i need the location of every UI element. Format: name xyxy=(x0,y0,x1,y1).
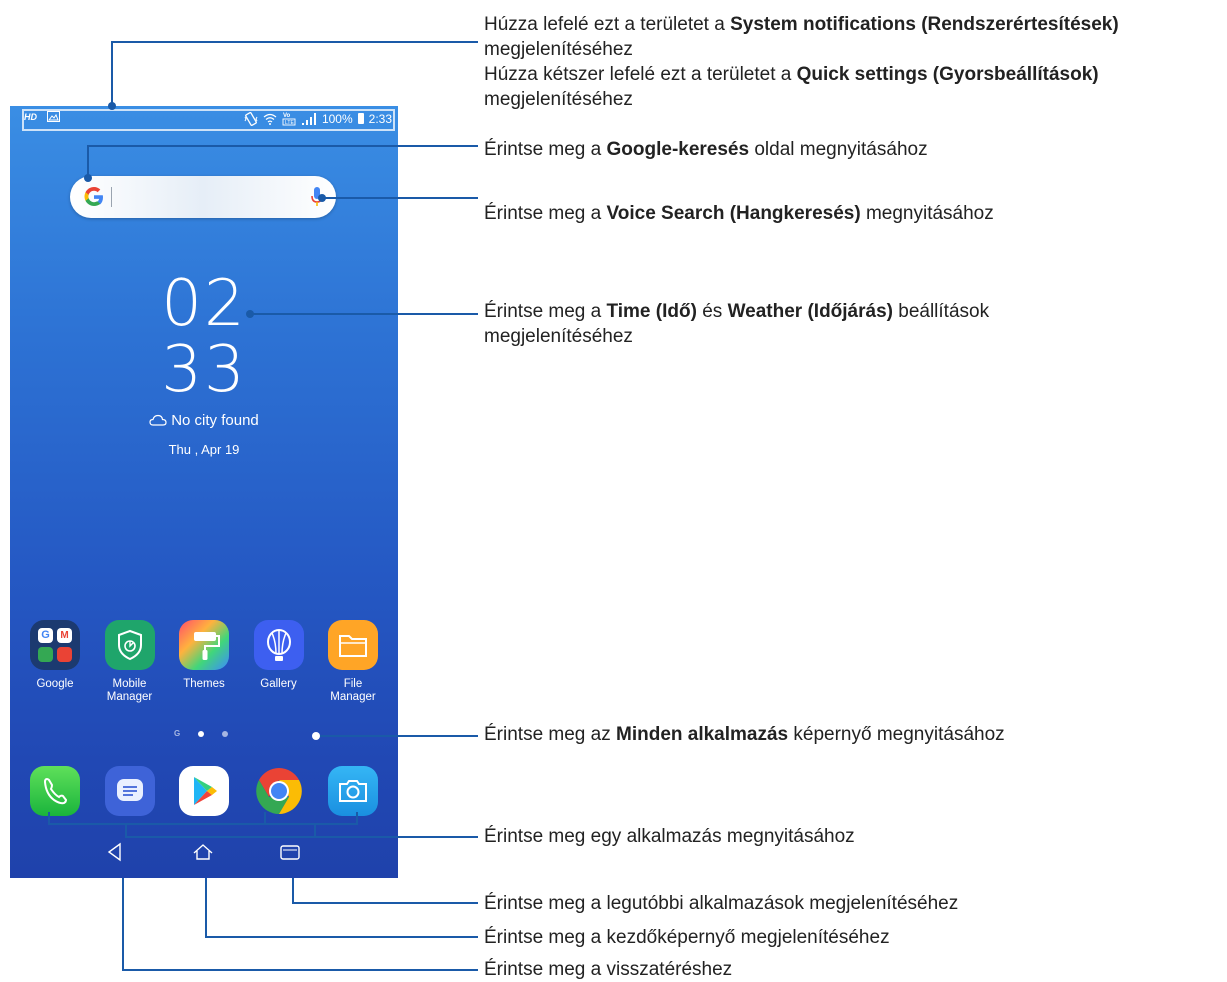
callout-bold: Minden alkalmazás xyxy=(616,724,789,745)
clock-widget[interactable]: 02 33 xyxy=(10,271,398,403)
play-store-icon[interactable] xyxy=(179,766,229,816)
themes-icon[interactable] xyxy=(179,620,229,670)
callout-text: beállítások xyxy=(892,301,990,322)
callout-all-apps: Érintse meg az Minden alkalmazás képerny… xyxy=(484,722,1005,747)
status-bar-highlight xyxy=(22,109,395,131)
callout-bold: Quick settings (Gyorsbeállítások) xyxy=(796,64,1099,85)
google-folder-icon[interactable]: G M xyxy=(30,620,80,670)
status-bar[interactable]: HD Vo LTE 100% 2:33 xyxy=(10,106,398,132)
cloud-icon xyxy=(149,414,167,426)
weather-city-text: No city found xyxy=(171,412,259,429)
dock-phone[interactable] xyxy=(20,766,90,816)
app-label: Google xyxy=(36,678,74,690)
app-file-manager[interactable]: File Manager xyxy=(318,620,388,704)
navigation-bar xyxy=(10,828,398,878)
clock-hours: 02 xyxy=(161,267,247,341)
back-icon[interactable] xyxy=(103,840,127,864)
phone-screen: HD Vo LTE 100% 2:33 02 33 No city found … xyxy=(10,106,398,878)
callout-text: Érintse meg a xyxy=(484,203,607,224)
callout-text: Érintse meg az xyxy=(484,724,616,745)
callout-text: Húzza lefelé ezt a területet a xyxy=(484,14,731,35)
callout-open-app: Érintse meg egy alkalmazás megnyitásához xyxy=(484,826,855,847)
callout-bold: Voice Search (Hangkeresés) xyxy=(606,203,861,224)
app-label: File Manager xyxy=(330,678,376,703)
callout-text: Érintse meg a xyxy=(484,139,607,160)
callout-line-notifications xyxy=(111,41,478,106)
callout-recents: Érintse meg a legutóbbi alkalmazások meg… xyxy=(484,893,959,914)
dock-camera[interactable] xyxy=(318,766,388,816)
callout-text: megjelenítéséhez xyxy=(484,326,633,347)
chrome-icon[interactable] xyxy=(254,766,304,816)
callout-time-weather: Érintse meg a Time (Idő) és Weather (Idő… xyxy=(484,299,989,349)
callout-google-search: Érintse meg a Google-keresés oldal megny… xyxy=(484,137,928,162)
app-gallery[interactable]: Gallery xyxy=(244,620,314,704)
callout-bold: Time (Idő) xyxy=(606,301,697,322)
home-icon[interactable] xyxy=(191,840,215,864)
callout-line-back xyxy=(122,878,478,971)
callout-line-home xyxy=(205,878,478,938)
dock-chrome[interactable] xyxy=(244,766,314,816)
camera-icon[interactable] xyxy=(328,766,378,816)
callout-bold: Weather (Időjárás) xyxy=(727,301,893,322)
callout-notifications: Húzza lefelé ezt a területet a System no… xyxy=(484,12,1119,112)
phone-icon[interactable] xyxy=(30,766,80,816)
mobile-manager-icon[interactable] xyxy=(104,620,155,670)
app-label: Gallery xyxy=(260,678,297,690)
callout-home: Érintse meg a kezdőképernyő megjelenítés… xyxy=(484,927,890,948)
callout-text: megnyitásához xyxy=(860,203,994,224)
page-dot-active xyxy=(198,730,205,737)
callout-text: és xyxy=(696,301,728,322)
weather-widget[interactable]: No city found xyxy=(10,412,398,429)
dock xyxy=(20,766,388,816)
callout-line-recents xyxy=(292,878,478,904)
callout-bold: System notifications (Rendszerértesítése… xyxy=(730,14,1119,35)
dock-messages[interactable] xyxy=(95,766,165,816)
callout-text: képernyő megnyitásához xyxy=(788,724,1005,745)
callout-text: megjelenítéséhez xyxy=(484,39,633,60)
app-mobile-manager[interactable]: Mobile Manager xyxy=(95,620,165,704)
callout-text: oldal megnyitásához xyxy=(749,139,928,160)
google-page-indicator: G xyxy=(174,729,181,738)
clock-minutes: 33 xyxy=(161,333,247,407)
callout-back: Érintse meg a visszatéréshez xyxy=(484,959,733,980)
dock-play-store[interactable] xyxy=(169,766,239,816)
callout-text: Érintse meg a xyxy=(484,301,607,322)
app-label: Themes xyxy=(183,678,225,690)
recents-icon[interactable] xyxy=(278,840,302,864)
voice-search-mic-icon[interactable] xyxy=(310,186,324,208)
google-search-bar[interactable] xyxy=(70,176,336,218)
messages-icon[interactable] xyxy=(104,766,155,816)
gallery-icon[interactable] xyxy=(253,620,304,670)
page-dot xyxy=(222,730,229,737)
search-caret xyxy=(111,187,112,207)
callout-bold: Google-keresés xyxy=(606,139,750,160)
callout-text: megjelenítéséhez xyxy=(484,89,633,110)
google-g-icon[interactable] xyxy=(82,185,106,209)
home-app-row: G M Google Mobile Manager Themes Gallery… xyxy=(20,620,388,704)
page-indicator[interactable]: G xyxy=(174,729,229,738)
callout-text: Húzza kétszer lefelé ezt a területet a xyxy=(484,64,797,85)
file-manager-icon[interactable] xyxy=(328,620,378,670)
callout-voice-search: Érintse meg a Voice Search (Hangkeresés)… xyxy=(484,201,994,226)
app-google[interactable]: G M Google xyxy=(20,620,90,704)
app-themes[interactable]: Themes xyxy=(169,620,239,704)
date-text: Thu , Apr 19 xyxy=(168,442,240,457)
app-label: Mobile Manager xyxy=(106,678,153,703)
